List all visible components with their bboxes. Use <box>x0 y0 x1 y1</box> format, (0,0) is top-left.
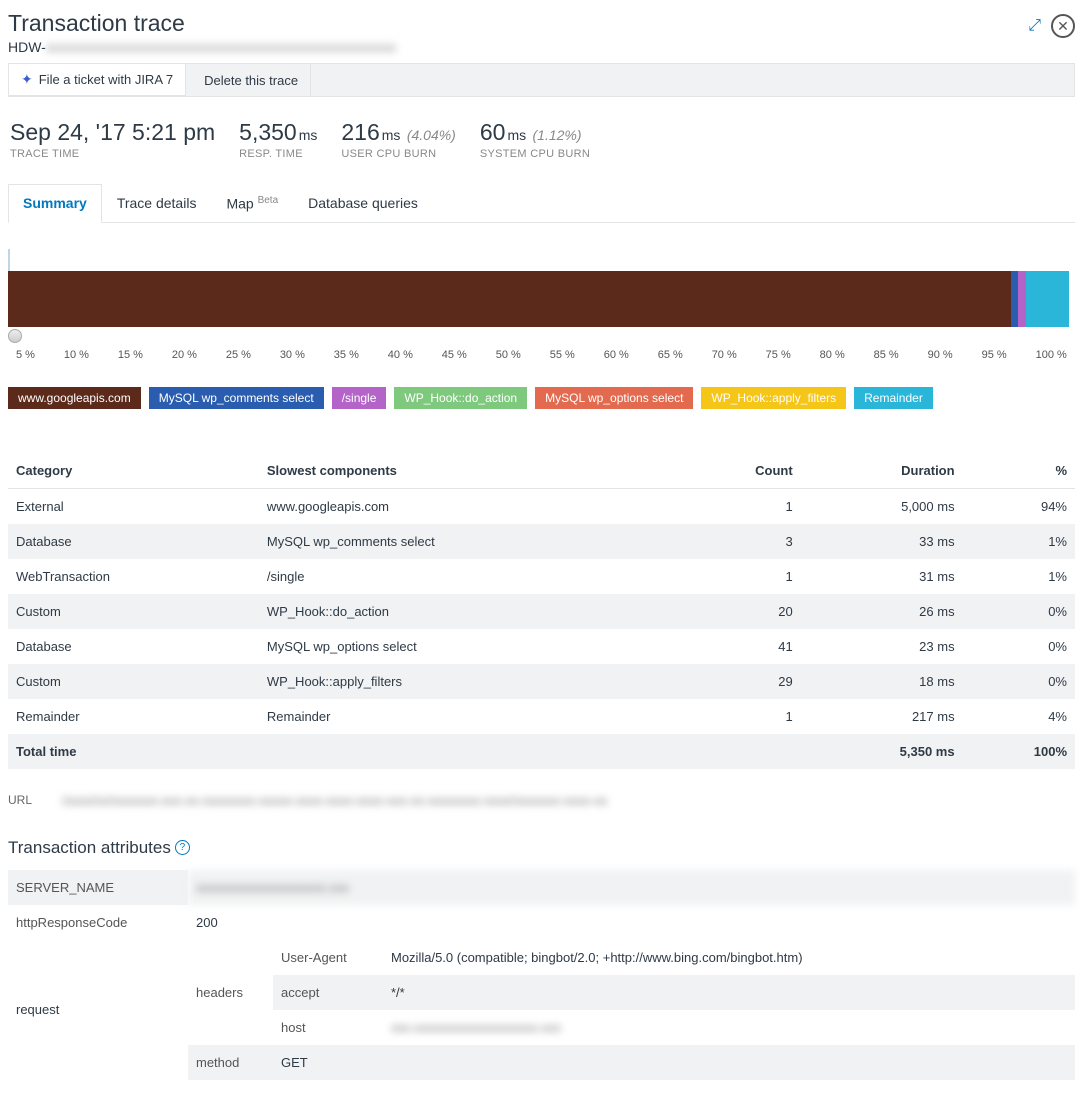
chart-segment[interactable] <box>1011 271 1018 327</box>
chart-slider[interactable] <box>8 329 1075 343</box>
close-icon[interactable]: ✕ <box>1051 14 1075 38</box>
chart-legend: www.googleapis.com MySQL wp_comments sele… <box>8 387 1075 409</box>
th-count[interactable]: Count <box>678 453 800 489</box>
page-title: Transaction trace <box>8 10 396 37</box>
table-row[interactable]: CustomWP_Hook::apply_filters2918 ms0% <box>8 664 1075 699</box>
attr-method: method GET <box>188 1045 1075 1080</box>
headers-label: headers <box>188 975 273 1010</box>
table-row[interactable]: CustomWP_Hook::do_action2026 ms0% <box>8 594 1075 629</box>
chart-bar[interactable] <box>8 271 1075 327</box>
table-row[interactable]: RemainderRemainder1217 ms4% <box>8 699 1075 734</box>
chart-segment[interactable] <box>1018 271 1025 327</box>
axis-tick: 80 % <box>820 349 845 361</box>
legend-item[interactable]: Remainder <box>854 387 933 409</box>
th-duration[interactable]: Duration <box>801 453 963 489</box>
chart-segment[interactable] <box>1026 271 1069 327</box>
attr-request: request headers User-Agent Mozilla/5.0 (… <box>8 940 1075 1080</box>
axis-tick: 25 % <box>226 349 251 361</box>
axis-tick: 65 % <box>658 349 683 361</box>
legend-item[interactable]: /single <box>332 387 387 409</box>
axis-tick: 85 % <box>874 349 899 361</box>
url-value: /xxxx/xx/xxxxxxx-xxx-xx-xxxxxxxx-xxxxx-x… <box>62 793 607 808</box>
legend-item[interactable]: MySQL wp_comments select <box>149 387 324 409</box>
axis-tick: 20 % <box>172 349 197 361</box>
axis-tick: 45 % <box>442 349 467 361</box>
axis-tick: 40 % <box>388 349 413 361</box>
axis-tick: 90 % <box>928 349 953 361</box>
axis-tick: 30 % <box>280 349 305 361</box>
action-bar: ✦ File a ticket with JIRA 7 Delete this … <box>8 63 1075 97</box>
timeline-chart: 5 % 10 % 15 % 20 % 25 % 30 % 35 % 40 % 45 % 50 % 5… <box>8 249 1075 361</box>
axis-tick: 70 % <box>712 349 737 361</box>
help-icon[interactable]: ? <box>175 840 190 855</box>
tab-map[interactable]: Map Beta <box>211 184 293 222</box>
legend-item[interactable]: www.googleapis.com <box>8 387 141 409</box>
url-label: URL <box>8 793 32 808</box>
axis-tick: 35 % <box>334 349 359 361</box>
chart-axis: 5 % 10 % 15 % 20 % 25 % 30 % 35 % 40 % 45 % 50 % 5… <box>8 349 1075 361</box>
components-table: Category Slowest components Count Durati… <box>8 453 1075 769</box>
url-row: URL /xxxx/xx/xxxxxxx-xxx-xx-xxxxxxxx-xxx… <box>8 793 1075 808</box>
legend-item[interactable]: WP_Hook::apply_filters <box>701 387 846 409</box>
header-host: host xxx.xxxxxxxxxxxxxxxxxxx.xxx <box>273 1010 1075 1045</box>
file-ticket-button[interactable]: ✦ File a ticket with JIRA 7 <box>9 64 186 96</box>
table-row[interactable]: DatabaseMySQL wp_options select4123 ms0% <box>8 629 1075 664</box>
th-component[interactable]: Slowest components <box>259 453 679 489</box>
table-row[interactable]: Externalwww.googleapis.com15,000 ms94% <box>8 488 1075 524</box>
subtitle: HDW-xxxxxxxxxxxxxxxxxxxxxxxxxxxxxxxxxxxx… <box>8 39 396 55</box>
axis-tick: 15 % <box>118 349 143 361</box>
attr-server-name: SERVER_NAME xxxxxxxxxxxxxxxxxxxx.xxx <box>8 870 1075 905</box>
attr-http-response-code: httpResponseCode 200 <box>8 905 1075 940</box>
sparkle-icon: ✦ <box>21 71 33 88</box>
chart-segment[interactable] <box>8 271 1011 327</box>
table-total-row: Total time5,350 ms100% <box>8 734 1075 769</box>
tab-trace-details[interactable]: Trace details <box>102 184 212 222</box>
axis-tick: 5 % <box>16 349 35 361</box>
table-row[interactable]: DatabaseMySQL wp_comments select333 ms1% <box>8 524 1075 559</box>
table-row[interactable]: WebTransaction/single131 ms1% <box>8 559 1075 594</box>
tabs: Summary Trace details Map Beta Database … <box>8 184 1075 223</box>
transaction-attributes-title: Transaction attributes ? <box>8 838 1075 858</box>
th-pct[interactable]: % <box>963 453 1075 489</box>
tab-database-queries[interactable]: Database queries <box>293 184 433 222</box>
axis-tick: 100 % <box>1036 349 1067 361</box>
metric-resp-time: 5,350ms RESP. TIME <box>239 119 317 160</box>
axis-tick: 55 % <box>550 349 575 361</box>
header-accept: accept */* <box>273 975 1075 1010</box>
metric-trace-time: Sep 24, '17 5:21 pm TRACE TIME <box>10 119 215 160</box>
th-category[interactable]: Category <box>8 453 259 489</box>
delete-trace-button[interactable]: Delete this trace <box>192 64 311 96</box>
tab-summary[interactable]: Summary <box>8 184 102 223</box>
slider-knob-icon[interactable] <box>8 329 22 343</box>
header-user-agent: User-Agent Mozilla/5.0 (compatible; bing… <box>273 940 1075 975</box>
legend-item[interactable]: MySQL wp_options select <box>535 387 693 409</box>
axis-tick: 60 % <box>604 349 629 361</box>
axis-tick: 10 % <box>64 349 89 361</box>
expand-icon[interactable]: ⤢ <box>1028 17 1041 35</box>
legend-item[interactable]: WP_Hook::do_action <box>394 387 527 409</box>
axis-tick: 50 % <box>496 349 521 361</box>
metric-system-cpu: 60ms (1.12%) SYSTEM CPU BURN <box>480 119 590 160</box>
axis-tick: 75 % <box>766 349 791 361</box>
axis-tick: 95 % <box>982 349 1007 361</box>
metric-user-cpu: 216ms (4.04%) USER CPU BURN <box>341 119 455 160</box>
